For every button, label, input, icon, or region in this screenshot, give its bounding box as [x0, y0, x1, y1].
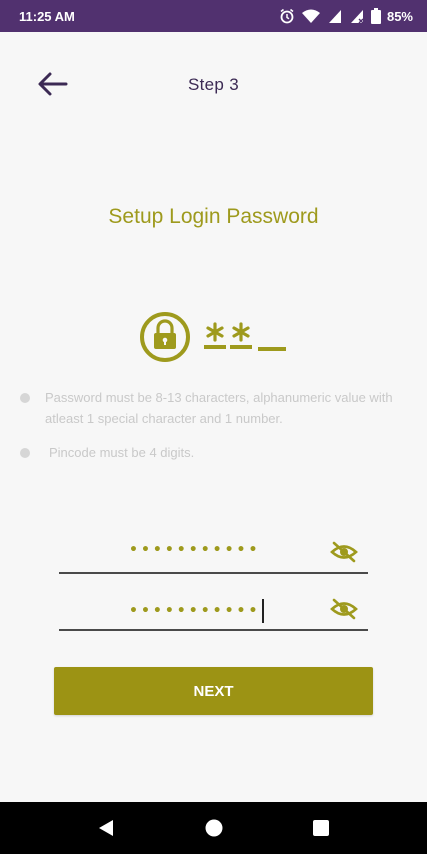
text-cursor: [262, 599, 265, 623]
rule-item: Password must be 8-13 characters, alphan…: [20, 387, 400, 429]
next-button[interactable]: NEXT: [54, 667, 373, 715]
status-bar: 11:25 AM 85%: [0, 0, 427, 32]
rule-item: Pincode must be 4 digits.: [20, 442, 400, 463]
square-recents-icon[interactable]: [311, 818, 331, 843]
rule-text: Password must be 8-13 characters, alphan…: [45, 390, 393, 426]
rule-text: Pincode must be 4 digits.: [49, 445, 195, 460]
battery-icon: [370, 8, 381, 24]
battery-percent: 85%: [386, 8, 413, 24]
triangle-back-icon[interactable]: [96, 818, 116, 843]
confirm-password-field[interactable]: •••••••••••: [59, 589, 368, 631]
wifi-icon: [301, 8, 321, 24]
confirm-password-value[interactable]: •••••••••••: [129, 599, 265, 623]
page-title: Step 3: [188, 75, 239, 94]
password-field[interactable]: •••••••••••: [59, 532, 368, 574]
cell-signal-icon: [349, 8, 365, 24]
cell-signal-icon: [327, 8, 343, 24]
bullet-icon: [20, 393, 30, 403]
app-bar: Step 3: [0, 32, 427, 136]
setup-heading: Setup Login Password: [108, 205, 319, 228]
alarm-icon: [279, 8, 295, 24]
circle-home-icon[interactable]: [204, 818, 224, 843]
eye-off-icon[interactable]: [330, 541, 358, 568]
bullet-icon: [20, 448, 30, 458]
lock-password-icon: [138, 308, 288, 371]
status-icons: 85%: [279, 8, 413, 24]
status-time: 11:25 AM: [19, 8, 75, 24]
eye-off-icon[interactable]: [330, 598, 358, 625]
password-value[interactable]: •••••••••••: [129, 542, 260, 558]
system-nav-bar: [0, 802, 427, 854]
